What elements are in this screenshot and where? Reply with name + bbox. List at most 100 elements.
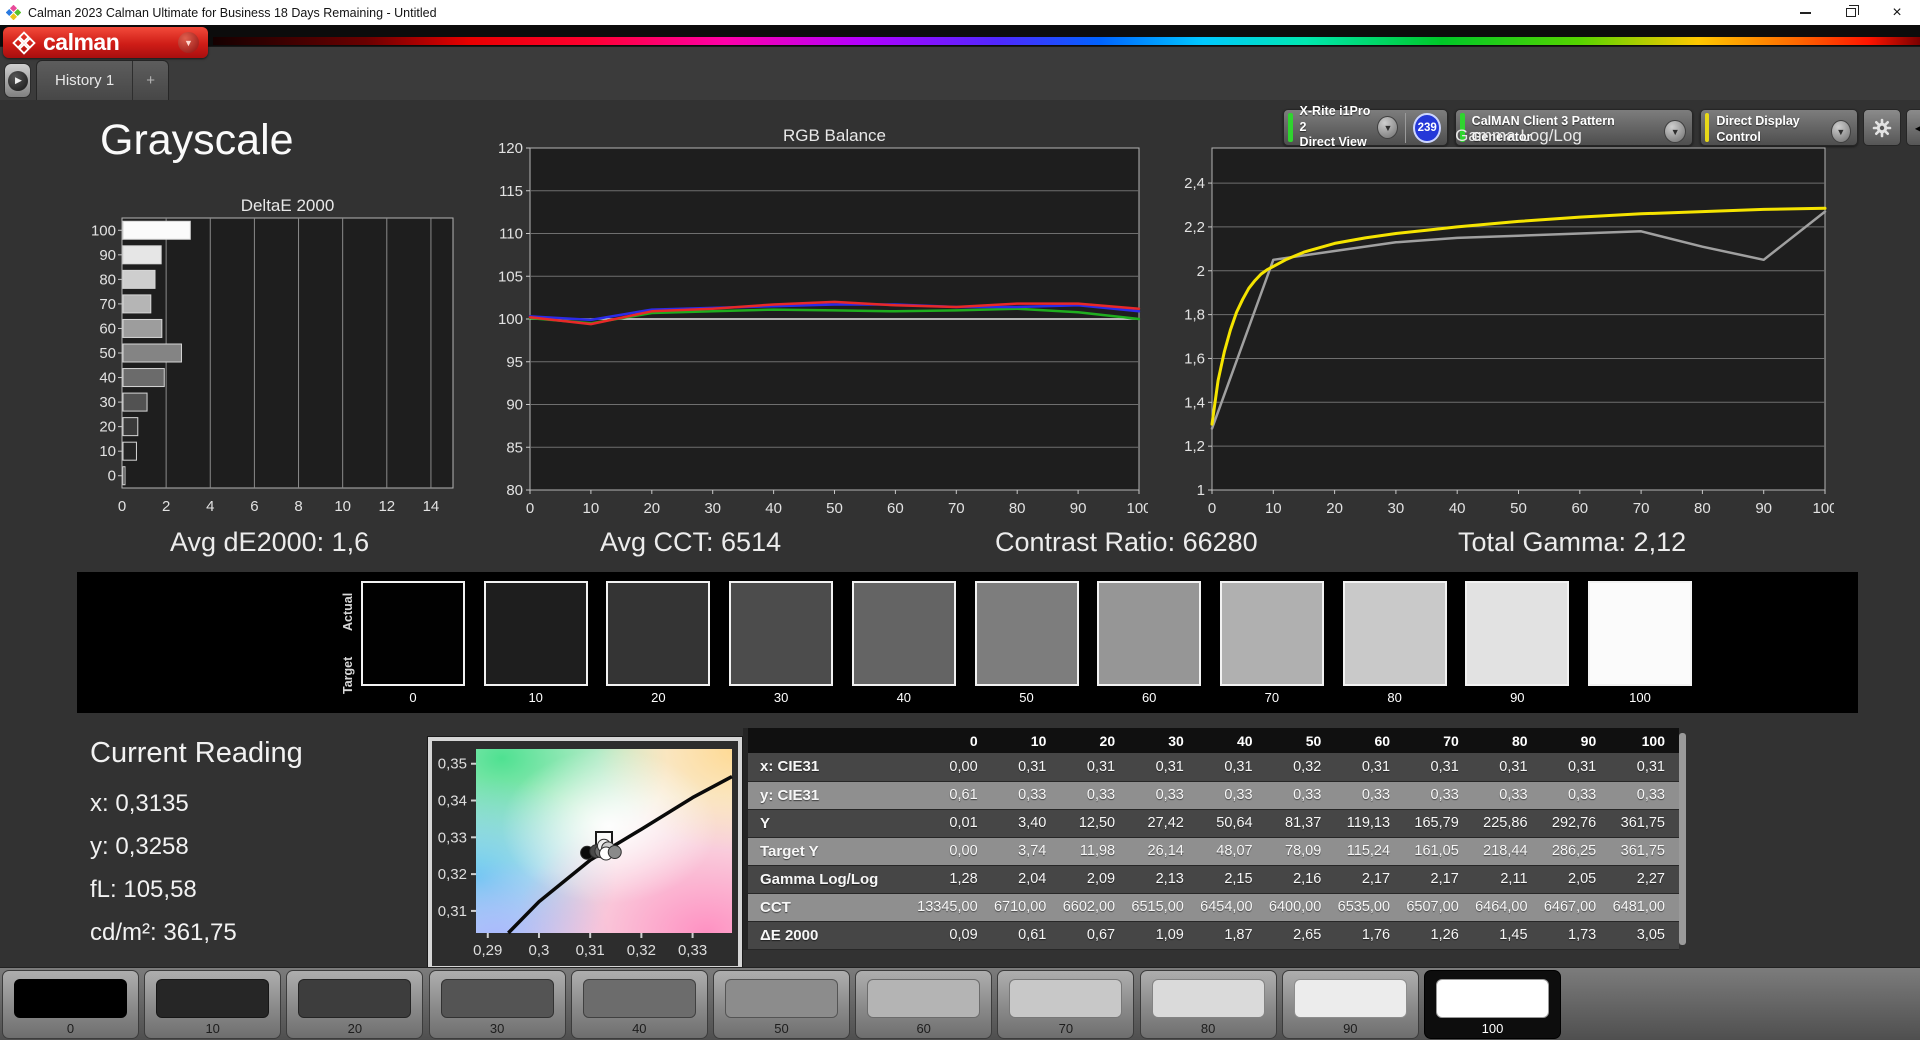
table-row: x: CIE31 0,00 0,31 0,31 0,31 0,31 0,32 0,31 0,31…	[748, 753, 1679, 782]
table-cell: 6464,00	[1472, 893, 1542, 922]
svg-text:10: 10	[99, 443, 116, 460]
ramp-swatch-60	[1097, 581, 1202, 686]
calman-menu-button[interactable]: calman ▼	[3, 27, 208, 58]
table-cell: 27,42	[1129, 809, 1198, 838]
table-cell: 1,26	[1404, 921, 1473, 950]
table-cell: 0,31	[1404, 753, 1473, 782]
pattern-level-button-0[interactable]: 0	[2, 970, 139, 1039]
svg-text:10: 10	[583, 500, 600, 517]
table-cell: 6400,00	[1266, 893, 1336, 922]
pattern-level-button-90[interactable]: 90	[1281, 970, 1419, 1039]
svg-text:40: 40	[765, 500, 782, 517]
ramp-swatch-70	[1219, 581, 1324, 686]
table-cell: 286,25	[1541, 837, 1611, 866]
collapse-toolbar-button[interactable]: ◀	[1906, 109, 1920, 146]
pattern-swatch	[1009, 979, 1123, 1018]
chevron-left-icon: ◀	[1915, 118, 1920, 138]
pattern-level-label: 30	[489, 1021, 505, 1036]
table-row-label: ΔE 2000	[748, 921, 918, 950]
tab-history-1[interactable]: History 1 +	[36, 60, 170, 100]
ramp-swatch-label: 30	[773, 690, 789, 705]
table-scrollbar[interactable]	[1679, 733, 1686, 945]
table-cell: 0,33	[1404, 781, 1473, 810]
svg-text:2,4: 2,4	[1184, 175, 1205, 192]
table-row: y: CIE31 0,61 0,33 0,33 0,33 0,33 0,33 0,33 0,33…	[748, 781, 1679, 810]
add-tab-button[interactable]: +	[132, 61, 168, 100]
table-cell: 0,31	[1335, 753, 1405, 782]
table-cell: 0,31	[1541, 753, 1611, 782]
svg-text:90: 90	[1755, 500, 1772, 517]
pattern-swatch	[14, 979, 127, 1018]
table-cell: 6507,00	[1404, 893, 1473, 922]
svg-text:0: 0	[108, 468, 116, 485]
pattern-level-button-10[interactable]: 10	[144, 970, 282, 1039]
svg-text:50: 50	[1510, 500, 1527, 517]
table-column-header-100: 100	[1610, 728, 1679, 753]
svg-text:90: 90	[99, 247, 116, 264]
table-cell: 225,86	[1472, 809, 1542, 838]
pattern-level-button-80[interactable]: 80	[1139, 970, 1277, 1039]
table-column-header-0: 0	[917, 728, 992, 753]
svg-text:0,33: 0,33	[678, 942, 707, 959]
ramp-swatch-label: 40	[896, 690, 912, 705]
table-cell: 1,76	[1335, 921, 1405, 950]
restore-icon[interactable]	[1828, 0, 1874, 25]
ramp-swatch-label: 100	[1629, 690, 1651, 705]
table-cell: 48,07	[1197, 837, 1267, 866]
reading-x-label: x:	[90, 790, 109, 817]
table-row: Gamma Log/Log 1,28 2,04 2,09 2,13 2,15 2,16 2,1…	[748, 865, 1679, 894]
svg-text:30: 30	[704, 500, 721, 517]
svg-text:6: 6	[250, 498, 258, 515]
svg-text:100: 100	[1126, 500, 1148, 517]
reading-y-label: y:	[90, 833, 109, 860]
pattern-level-button-30[interactable]: 30	[428, 970, 566, 1039]
table-cell: 0,32	[1266, 753, 1336, 782]
stat-contrast-ratio: Contrast Ratio: 66280	[995, 527, 1258, 557]
close-icon[interactable]: ×	[1874, 0, 1920, 25]
pattern-level-label: 100	[1481, 1021, 1504, 1036]
table-cell: 2,65	[1266, 921, 1336, 950]
pattern-level-label: 80	[1200, 1021, 1216, 1036]
table-cell: 2,15	[1197, 865, 1267, 894]
stat-avg-cct: Avg CCT: 6514	[600, 527, 782, 557]
table-row: CCT 13345,00 6710,00 6602,00 6515,00 6454,00 6…	[748, 893, 1679, 922]
pattern-level-button-50[interactable]: 50	[713, 970, 850, 1039]
workflow-nav-button[interactable]: ▶	[4, 63, 31, 98]
pattern-level-label: 70	[1058, 1021, 1074, 1036]
svg-text:60: 60	[887, 500, 904, 517]
svg-text:95: 95	[506, 354, 523, 371]
table-cell: 2,17	[1404, 865, 1473, 894]
calman-diamond-icon	[12, 30, 36, 55]
pattern-level-button-70[interactable]: 70	[997, 970, 1135, 1039]
table-cell: 119,13	[1335, 809, 1405, 838]
rgb-balance-line-chart: RGB Balance 80 85 90 95 100 105 110 115 120 0 10 20 3…	[498, 126, 1152, 519]
settings-button[interactable]	[1863, 109, 1901, 146]
svg-text:4: 4	[206, 498, 214, 515]
table-cell: 6454,00	[1197, 893, 1267, 922]
svg-text:70: 70	[1633, 500, 1650, 517]
pattern-swatch	[156, 979, 270, 1018]
table-cell: 78,09	[1266, 837, 1336, 866]
pattern-level-button-40[interactable]: 40	[570, 970, 708, 1039]
svg-text:12: 12	[378, 498, 395, 515]
pattern-level-label: 90	[1343, 1021, 1358, 1036]
ramp-target-label: Target	[341, 656, 355, 694]
table-row-label: x: CIE31	[748, 753, 918, 782]
svg-text:2,2: 2,2	[1184, 219, 1205, 236]
svg-text:60: 60	[1571, 500, 1588, 517]
pattern-level-button-60[interactable]: 60	[855, 970, 993, 1039]
reading-y-value: 0,3258	[115, 833, 189, 860]
svg-text:1,2: 1,2	[1184, 438, 1205, 455]
table-column-header-20: 20	[1060, 728, 1130, 753]
table-cell: 11,98	[1060, 837, 1130, 866]
chevron-down-icon: ▼	[178, 32, 199, 53]
pattern-level-button-100[interactable]: 100	[1424, 970, 1561, 1039]
ramp-swatch-10	[483, 581, 588, 686]
ramp-swatch-label: 70	[1264, 690, 1280, 705]
table-cell: 0,00	[917, 753, 992, 782]
table-cell: 1,28	[917, 865, 992, 894]
svg-text:0,32: 0,32	[627, 942, 656, 959]
minimize-icon[interactable]	[1782, 0, 1828, 25]
table-cell: 0,33	[1060, 781, 1130, 810]
pattern-level-button-20[interactable]: 20	[286, 970, 424, 1039]
